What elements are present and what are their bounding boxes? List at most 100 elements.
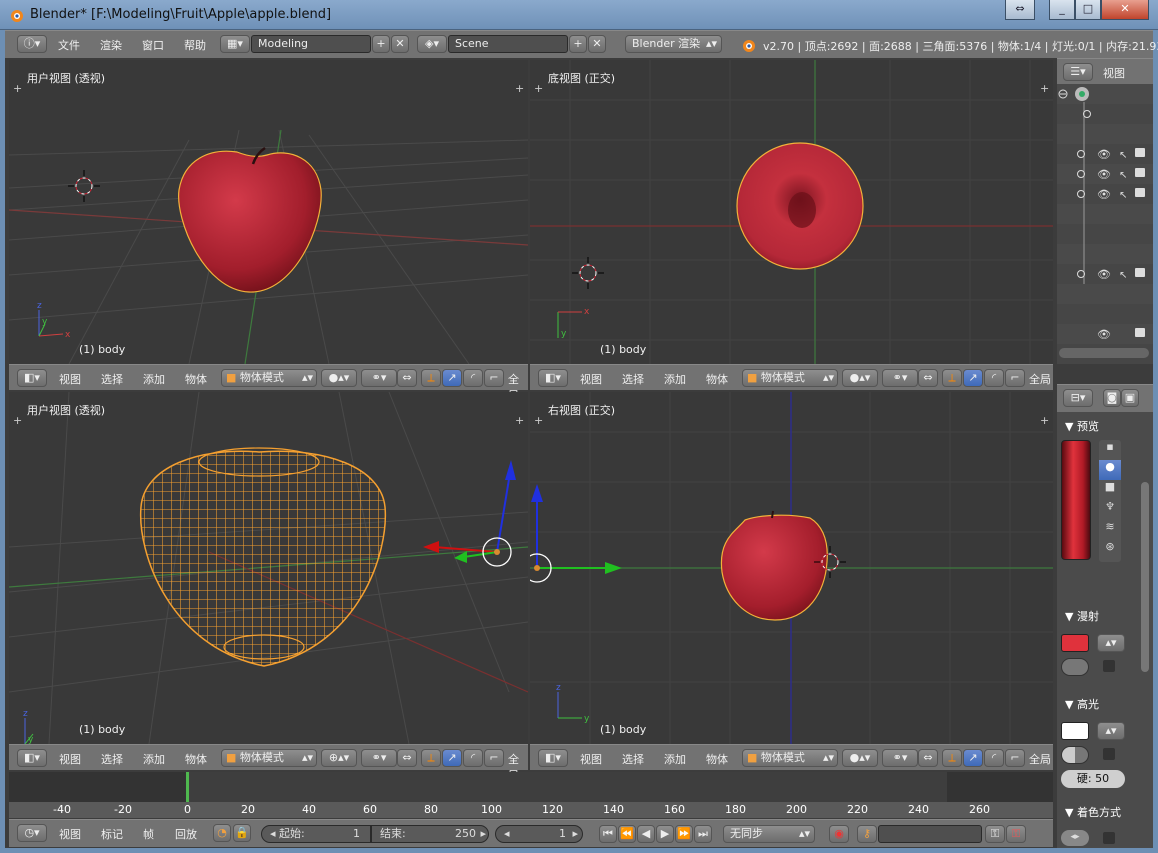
rotate-manipulator-button[interactable]: ◜ xyxy=(463,369,483,387)
diffuse-color-swatch[interactable] xyxy=(1061,634,1089,652)
menu-add[interactable]: 添加 xyxy=(664,371,686,387)
viewport-top-right[interactable]: yx 底视图 (正交) (1) body + + xyxy=(530,60,1053,364)
3d-cursor-icon[interactable] xyxy=(68,170,100,202)
timeline-menu-frame[interactable]: 帧 xyxy=(143,826,154,842)
render-camera-icon[interactable] xyxy=(1135,148,1145,337)
viewport-top-left[interactable]: zy x 用户视图 (透视) (1) body + + xyxy=(9,60,528,364)
jump-end-button[interactable]: ⏭ xyxy=(694,825,712,843)
keying-set-icon-button[interactable]: ⚷ xyxy=(857,825,877,843)
preview-flat-icon[interactable]: ▪ xyxy=(1099,440,1121,460)
properties-expand-icon[interactable]: + xyxy=(515,414,524,427)
timeline-area[interactable]: -40 -20 0 20 40 60 80 100 120 140 160 18… xyxy=(9,772,1053,818)
outliner-menu-view[interactable]: 视图 xyxy=(1103,65,1125,81)
properties-expand-icon[interactable]: + xyxy=(1040,82,1049,95)
rotate-manipulator-button[interactable]: ◜ xyxy=(984,749,1004,767)
render-engine-select[interactable]: Blender 渲染 ▴▾ xyxy=(625,35,722,53)
sync-mode-select[interactable]: 无同步 ▴▾ xyxy=(723,825,815,843)
translate-manipulator-button[interactable]: ↗ xyxy=(442,749,462,767)
preview-sky-icon[interactable]: ⊛ xyxy=(1099,540,1121,560)
scale-manipulator-button[interactable]: ⌐ xyxy=(484,369,504,387)
object-mode-select[interactable]: ■ 物体模式 ▴▾ xyxy=(742,749,838,767)
manipulator-toggle-button[interactable]: ⟂ xyxy=(421,749,441,767)
preview-hair-icon[interactable]: ≋ xyxy=(1099,520,1121,540)
outliner-scrollbar[interactable] xyxy=(1059,348,1149,358)
scene-tab-icon[interactable]: ▣ xyxy=(1121,389,1139,407)
preview-range-clock-icon[interactable]: ◔ xyxy=(213,824,231,842)
menu-object[interactable]: 物体 xyxy=(706,751,728,767)
jump-keyframe-forward-button[interactable]: ⏩ xyxy=(675,825,693,843)
add-layout-button[interactable]: + xyxy=(372,35,390,53)
shading-select[interactable]: ●▴▾ xyxy=(842,749,878,767)
screen-layout-field[interactable]: Modeling xyxy=(251,35,371,53)
layer-toggle-button[interactable]: ⇔ xyxy=(397,369,417,387)
screen-layout-icon-button[interactable]: ▦▾ xyxy=(220,35,250,53)
menu-select[interactable]: 选择 xyxy=(101,751,123,767)
scale-manipulator-button[interactable]: ⌐ xyxy=(1005,369,1025,387)
apple-wireframe[interactable] xyxy=(139,450,387,667)
scene-icon-button[interactable]: ◈▾ xyxy=(417,35,447,53)
panel-specular-header[interactable]: ▼ 高光 xyxy=(1065,696,1099,712)
play-reverse-button[interactable]: ◀ xyxy=(637,825,655,843)
add-scene-button[interactable]: + xyxy=(569,35,587,53)
pivot-select[interactable]: ⚭▾ xyxy=(361,369,397,387)
end-frame-field[interactable]: 结束: 250 ▸ xyxy=(371,825,489,843)
menu-add[interactable]: 添加 xyxy=(664,751,686,767)
delete-layout-button[interactable]: ✕ xyxy=(391,35,409,53)
pivot-select[interactable]: ⚭▾ xyxy=(361,749,397,767)
toolshelf-expand-icon[interactable]: + xyxy=(13,414,22,427)
diffuse-ramp-toggle[interactable] xyxy=(1061,658,1089,676)
layer-toggle-button[interactable]: ⇔ xyxy=(918,749,938,767)
shading-emit-field[interactable]: ◂▸ xyxy=(1061,830,1089,846)
toolshelf-expand-icon[interactable]: + xyxy=(534,82,543,95)
panel-shading-header[interactable]: ▼ 着色方式 xyxy=(1065,804,1121,820)
scale-manipulator-button[interactable]: ⌐ xyxy=(1005,749,1025,767)
panel-preview-header[interactable]: ▼ 预览 xyxy=(1065,418,1099,434)
preview-cube-icon[interactable]: ■ xyxy=(1099,480,1121,500)
current-frame-field[interactable]: ◂ 1 ▸ xyxy=(495,825,583,843)
pivot-select[interactable]: ⚭▾ xyxy=(882,369,918,387)
record-button[interactable]: ◉ xyxy=(829,825,849,843)
scene-field[interactable]: Scene xyxy=(448,35,568,53)
insert-keyframe-button[interactable]: ⚿ xyxy=(985,825,1005,843)
minimize-button[interactable]: _ xyxy=(1049,0,1075,20)
visibility-eye-icon[interactable]: 👁 👁 👁 👁 👁 xyxy=(1097,148,1111,341)
diffuse-shader-select[interactable]: ▴▾ xyxy=(1097,634,1125,652)
properties-expand-icon[interactable]: + xyxy=(515,82,524,95)
start-frame-field[interactable]: ◂ 起始: 1 xyxy=(261,825,371,843)
lock-range-icon[interactable]: 🔒 xyxy=(233,824,251,842)
menu-view[interactable]: 视图 xyxy=(580,751,602,767)
layer-toggle-button[interactable]: ⇔ xyxy=(918,369,938,387)
3d-cursor-icon[interactable] xyxy=(572,257,604,289)
menu-view[interactable]: 视图 xyxy=(59,751,81,767)
layer-toggle-button[interactable]: ⇔ xyxy=(397,749,417,767)
specular-ramp-checkbox[interactable] xyxy=(1103,748,1115,760)
specular-ramp-toggle[interactable] xyxy=(1061,746,1089,764)
timeline-menu-marker[interactable]: 标记 xyxy=(101,826,123,842)
editor-type-outliner-button[interactable]: ☰▾ xyxy=(1063,63,1093,81)
specular-color-swatch[interactable] xyxy=(1061,722,1089,740)
menu-select[interactable]: 选择 xyxy=(622,371,644,387)
editor-type-3dview-button[interactable]: ◧▾ xyxy=(17,749,47,767)
preview-sphere-icon[interactable]: ● xyxy=(1099,460,1121,480)
jump-start-button[interactable]: ⏮ xyxy=(599,825,617,843)
object-mode-select[interactable]: ■ 物体模式 ▴▾ xyxy=(221,369,317,387)
shading-select[interactable]: ●▴▾ xyxy=(842,369,878,387)
rotate-manipulator-button[interactable]: ◜ xyxy=(984,369,1004,387)
timeline-menu-playback[interactable]: 回放 xyxy=(175,826,197,842)
scale-manipulator-button[interactable]: ⌐ xyxy=(484,749,504,767)
menu-help[interactable]: 帮助 xyxy=(184,37,206,53)
viewport-bottom-left[interactable]: zy 用户视图 (透视) (1) body + + xyxy=(9,392,528,744)
menu-object[interactable]: 物体 xyxy=(185,751,207,767)
shading-shadeless-checkbox[interactable] xyxy=(1103,832,1115,844)
editor-type-3dview-button[interactable]: ◧▾ xyxy=(538,749,568,767)
apple-right-view[interactable] xyxy=(720,514,828,621)
shading-select[interactable]: ⊕▴▾ xyxy=(321,749,357,767)
toolshelf-expand-icon[interactable]: + xyxy=(534,414,543,427)
menu-window[interactable]: 窗口 xyxy=(142,37,164,53)
translate-manipulator-button[interactable]: ↗ xyxy=(963,369,983,387)
editor-type-timeline-button[interactable]: ◷▾ xyxy=(17,824,47,842)
viewport-bottom-right[interactable]: zy 右视图 (正交) (1) body + + xyxy=(530,392,1053,744)
panel-diffuse-header[interactable]: ▼ 漫射 xyxy=(1065,608,1099,624)
render-tab-camera-icon[interactable]: ◙ xyxy=(1103,389,1121,407)
shading-select[interactable]: ●▴▾ xyxy=(321,369,357,387)
